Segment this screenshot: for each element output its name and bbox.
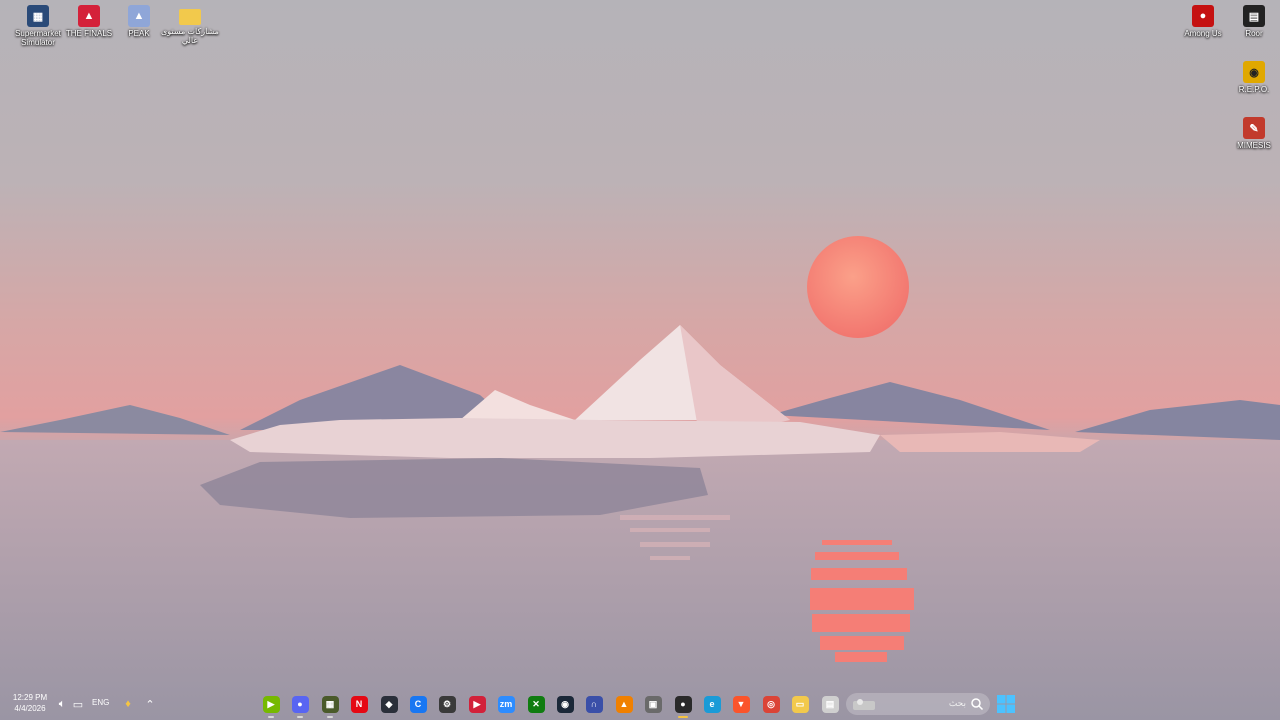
xbox-icon: ✕ [527, 695, 545, 713]
windows-start-icon[interactable] [997, 695, 1015, 713]
clock-time: 12:29 PM [12, 693, 48, 702]
volume-icon[interactable]: 🔈︎ [54, 696, 70, 712]
desktop-icon-label: مشاركات مستوى عالي [161, 27, 219, 45]
taskbar-app-button[interactable]: zm [495, 693, 517, 715]
clock[interactable]: 12:29 PM 4/4/2026 [8, 692, 52, 714]
supermarket-simulator-icon: ▦ [27, 5, 49, 27]
taskbar-app-button[interactable]: ▲ [613, 693, 635, 715]
taskbar-app-button[interactable]: ◉ [554, 693, 576, 715]
taskbar-app-button[interactable]: ∩ [583, 693, 605, 715]
mimesis-icon: ✎ [1243, 117, 1265, 139]
language-indicator[interactable]: ENG [92, 698, 109, 707]
taskbar-app-button[interactable]: ⚙ [436, 693, 458, 715]
search-icon [971, 698, 984, 711]
taskbar-app-button[interactable]: ▤ [819, 693, 841, 715]
discord-icon: ● [291, 695, 309, 713]
running-indicator [268, 716, 274, 718]
taskbar-app-button[interactable]: N [348, 693, 370, 715]
headset-app-icon: ∩ [585, 695, 603, 713]
steam-icon: ◉ [556, 695, 574, 713]
desktop-icon-mimesis[interactable]: ✎ MIMESIS [1224, 117, 1280, 150]
game-launcher-icon: ▦ [321, 695, 339, 713]
vlc-icon: ▲ [615, 695, 633, 713]
folder-icon [179, 9, 201, 25]
steelseries-icon: ⚙ [438, 695, 456, 713]
capcut-icon: C [409, 695, 427, 713]
file-explorer-icon: ▭ [791, 695, 809, 713]
repo-icon: ◉ [1243, 61, 1265, 83]
taskbar-app-button[interactable]: ◎ [760, 693, 782, 715]
taskbar-app-button[interactable]: ▭ [789, 693, 811, 715]
desktop-icon-folder[interactable]: مشاركات مستوى عالي [160, 5, 220, 45]
search-highlight-icon [853, 699, 875, 710]
taskbar: 12:29 PM 4/4/2026 🔈︎ ▭ ENG ♦ ⌃ ▶ ● ▦ N ◆ C ⚙ ▶ z… [0, 688, 1280, 720]
microphone-icon[interactable]: ♦ [120, 696, 136, 712]
desktop-wallpaper [0, 0, 1280, 720]
desktop-icon-label: Roor [1245, 29, 1263, 38]
taskbar-app-button[interactable]: ▦ [319, 693, 341, 718]
roblox-player-icon: ● [674, 695, 692, 713]
desktop-icon-label: THE FINALS [65, 29, 113, 38]
desktop-icon-label: Among Us [1184, 29, 1222, 38]
desktop-icon-roor[interactable]: ▤ Roor [1224, 5, 1280, 38]
brave-icon: ▼ [732, 695, 750, 713]
notepad-icon: ▤ [821, 695, 839, 713]
clock-date: 4/4/2026 [14, 704, 46, 713]
chrome-icon: ◎ [762, 695, 780, 713]
taskbar-app-button[interactable]: e [701, 693, 723, 715]
taskbar-app-button[interactable]: ▶ [260, 693, 282, 718]
netflix-icon: N [350, 695, 368, 713]
peak-icon: ▲ [128, 5, 150, 27]
the-finals-icon: ▲ [78, 5, 100, 27]
running-indicator [327, 716, 333, 718]
desktop-icon-label: R.E.P.O. [1238, 85, 1270, 94]
taskbar-app-button[interactable]: ▼ [730, 693, 752, 715]
desktop-icon-repo[interactable]: ◉ R.E.P.O. [1224, 61, 1280, 94]
running-indicator [678, 716, 688, 718]
desktop-icon-label: PEAK [128, 29, 150, 38]
network-icon[interactable]: ▭ [70, 696, 86, 712]
zoom-icon: zm [497, 695, 515, 713]
nvidia-app-icon: ▶ [262, 695, 280, 713]
davinci-resolve-icon: ◆ [380, 695, 398, 713]
among-us-icon: ● [1192, 5, 1214, 27]
taskbar-app-button[interactable]: ▶ [466, 693, 488, 715]
taskbar-app-button[interactable]: ▣ [642, 693, 664, 715]
chevron-up-icon[interactable]: ⌃ [142, 696, 158, 712]
search-placeholder: بحث [948, 698, 966, 708]
taskbar-search[interactable]: بحث [846, 693, 990, 715]
taskbar-app-button[interactable]: ● [289, 693, 311, 718]
media-player-icon: ▶ [468, 695, 486, 713]
edge-icon: e [703, 695, 721, 713]
taskbar-app-button[interactable]: C [407, 693, 429, 715]
taskbar-app-button[interactable]: ✕ [525, 693, 547, 715]
microsoft-store-icon: ▣ [644, 695, 662, 713]
taskbar-app-button[interactable]: ◆ [378, 693, 400, 715]
roor-icon: ▤ [1243, 5, 1265, 27]
taskbar-app-button[interactable]: ● [672, 693, 694, 718]
running-indicator [297, 716, 303, 718]
desktop-icon-label: MIMESIS [1237, 141, 1271, 150]
